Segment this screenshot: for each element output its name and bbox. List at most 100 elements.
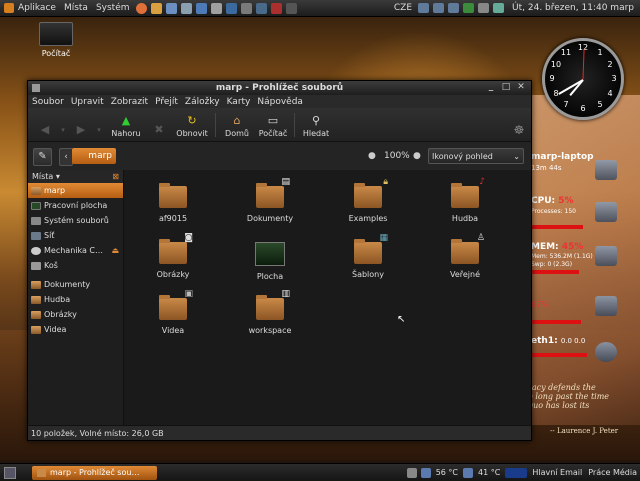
terminal-launcher-icon[interactable] [285, 2, 297, 14]
sidebar-item-filesystem[interactable]: Systém souborů [28, 213, 123, 228]
workspace-work-media[interactable]: Práce Média [588, 468, 637, 477]
menu-view[interactable]: Zobrazit [111, 97, 148, 107]
maximize-button[interactable]: □ [500, 82, 512, 93]
file-item-pictures[interactable]: ◙ Obrázky [138, 233, 208, 279]
messenger-launcher-icon[interactable] [195, 2, 207, 14]
window-menu-icon[interactable] [32, 84, 40, 92]
menu-edit[interactable]: Upravit [71, 97, 104, 107]
clock[interactable]: Út, 24. březen, 11:40 marp [506, 3, 640, 13]
sidebar-item-trash[interactable]: Koš [28, 258, 123, 273]
monitor-launcher-icon[interactable] [225, 2, 237, 14]
volume-icon[interactable] [478, 3, 490, 13]
file-item-workspace[interactable]: ▥ workspace [235, 289, 305, 335]
path-scroll-left-button[interactable]: ‹ [59, 148, 73, 166]
sidebar-item-cdrom[interactable]: Mechanika C… ⏏ [28, 243, 123, 258]
back-history-button[interactable]: ▾ [56, 124, 70, 141]
bottom-panel: marp - Prohlížeč sou… 56 °C 41 °C Hlavní… [0, 463, 640, 481]
zoom-level[interactable]: 100% [384, 151, 410, 161]
files-launcher-icon[interactable] [150, 2, 162, 14]
menu-help[interactable]: Nápověda [257, 97, 303, 107]
mem-value: 45% [561, 242, 584, 252]
menu-go[interactable]: Přejít [155, 97, 178, 107]
back-button[interactable]: ◀ [34, 124, 56, 141]
keyboard-layout[interactable]: CZE [390, 3, 416, 13]
gpu-sensor-icon[interactable] [463, 467, 474, 478]
search-button[interactable]: ⚲ Hledat [298, 115, 334, 141]
toggle-location-entry-button[interactable]: ✎ [33, 148, 52, 166]
sidebar-bookmark-pictures[interactable]: Obrázky [28, 307, 123, 322]
battery-icon[interactable] [493, 3, 505, 13]
desktop-computer-icon[interactable]: Počítač [36, 22, 76, 58]
zoom-out-button[interactable]: ● [368, 151, 376, 161]
reload-button[interactable]: ↻ Obnovit [172, 115, 212, 141]
mail-launcher-icon[interactable] [165, 2, 177, 14]
settings-launcher-icon[interactable] [180, 2, 192, 14]
view-mode-select[interactable]: Ikonový pohled ⌄ [428, 148, 524, 164]
forward-button[interactable]: ▶ [70, 124, 92, 141]
network-icon[interactable] [418, 3, 430, 13]
file-icon-view[interactable]: af9015 ▤ Dokumenty 🔒︎ Examples ♪ Hudba ◙… [124, 170, 531, 425]
menu-applications[interactable]: Aplikace [14, 3, 60, 13]
menu-bookmarks[interactable]: Záložky [185, 97, 220, 107]
display-icon[interactable] [433, 3, 445, 13]
window-titlebar[interactable]: marp - Prohlížeč souborů _ □ ✕ [28, 81, 531, 95]
computer-button[interactable]: ▭ Počítač [255, 115, 291, 141]
file-item-music[interactable]: ♪ Hudba [430, 177, 500, 223]
firefox-launcher-icon[interactable] [135, 2, 147, 14]
menu-tabs[interactable]: Karty [227, 97, 251, 107]
menu-system[interactable]: Systém [92, 3, 134, 13]
menubar: Soubor Upravit Zobrazit Přejít Záložky K… [28, 95, 531, 108]
mem-label: MEM: [531, 242, 559, 252]
location-bar: ✎ ‹ marp ● 100% ● Ikonový pohled ⌄ [28, 142, 531, 171]
show-desktop-icon[interactable] [4, 466, 16, 479]
forward-history-button[interactable]: ▾ [92, 124, 106, 141]
ubuntu-logo-icon[interactable] [4, 3, 14, 13]
file-item-desktop[interactable]: Plocha [235, 242, 305, 281]
file-item-templates[interactable]: ▦ Šablony [333, 233, 403, 279]
file-item-public[interactable]: ♙ Veřejné [430, 233, 500, 279]
system-load-graph-icon[interactable] [505, 467, 528, 478]
taskbar-button-file-browser[interactable]: marp - Prohlížeč sou… [32, 465, 157, 480]
workspace-main-email[interactable]: Hlavní Email [532, 468, 582, 477]
sidebar-item-network[interactable]: Síť [28, 228, 123, 243]
file-item-af9015[interactable]: af9015 [138, 183, 208, 223]
update-icon[interactable] [463, 3, 475, 13]
sidebar-item-home[interactable]: marp [28, 183, 123, 198]
media-launcher-icon[interactable] [240, 2, 252, 14]
up-arrow-icon: ▲ [121, 114, 131, 127]
eject-icon[interactable]: ⏏ [111, 246, 119, 255]
up-button[interactable]: ▲ Nahoru [106, 115, 146, 141]
sidebar-bookmark-music[interactable]: Hudba [28, 292, 123, 307]
zoom-in-button[interactable]: ● [413, 151, 421, 161]
editor-launcher-icon[interactable] [210, 2, 222, 14]
quote-line: quo has lost its [528, 401, 590, 410]
file-item-documents[interactable]: ▤ Dokumenty [235, 177, 305, 223]
sidebar-item-desktop[interactable]: Pracovní plocha [28, 198, 123, 213]
sidebar-bookmark-videos[interactable]: Videa [28, 322, 123, 337]
home-button[interactable]: ⌂ Domů [219, 115, 255, 141]
stop-button[interactable]: ✖ [146, 124, 172, 141]
file-item-videos[interactable]: ▣ Videa [138, 289, 208, 335]
office-launcher-icon[interactable] [270, 2, 282, 14]
status-bar: 10 položek, Volné místo: 26,0 GB [28, 425, 531, 440]
sidebar-close-button[interactable]: ⊠ [112, 170, 119, 183]
sensor-icon[interactable] [406, 467, 417, 478]
cpu-sensor-icon[interactable] [420, 467, 431, 478]
disk-value: 67% [531, 300, 549, 309]
mouse-cursor-icon: ↖ [397, 314, 406, 325]
sidebar-bookmark-documents[interactable]: Dokumenty [28, 277, 123, 292]
menu-file[interactable]: Soubor [32, 97, 64, 107]
browser-launcher-icon[interactable] [255, 2, 267, 14]
minimize-button[interactable]: _ [485, 82, 497, 93]
close-button[interactable]: ✕ [515, 82, 527, 93]
path-button-current[interactable]: marp [72, 148, 116, 164]
system-icon [595, 160, 617, 180]
menu-places[interactable]: Místa [60, 3, 92, 13]
camera-emblem-icon: ◙ [184, 233, 193, 243]
content-area: Místa ▾ ⊠ marp Pracovní plocha Systém so… [28, 170, 531, 425]
window-title: marp - Prohlížeč souborů [215, 83, 344, 93]
clipboard-emblem-icon: ▥ [281, 289, 290, 299]
chat-icon[interactable] [448, 3, 460, 13]
sidebar-header[interactable]: Místa ▾ ⊠ [28, 170, 123, 183]
file-item-examples[interactable]: 🔒︎ Examples [333, 177, 403, 223]
